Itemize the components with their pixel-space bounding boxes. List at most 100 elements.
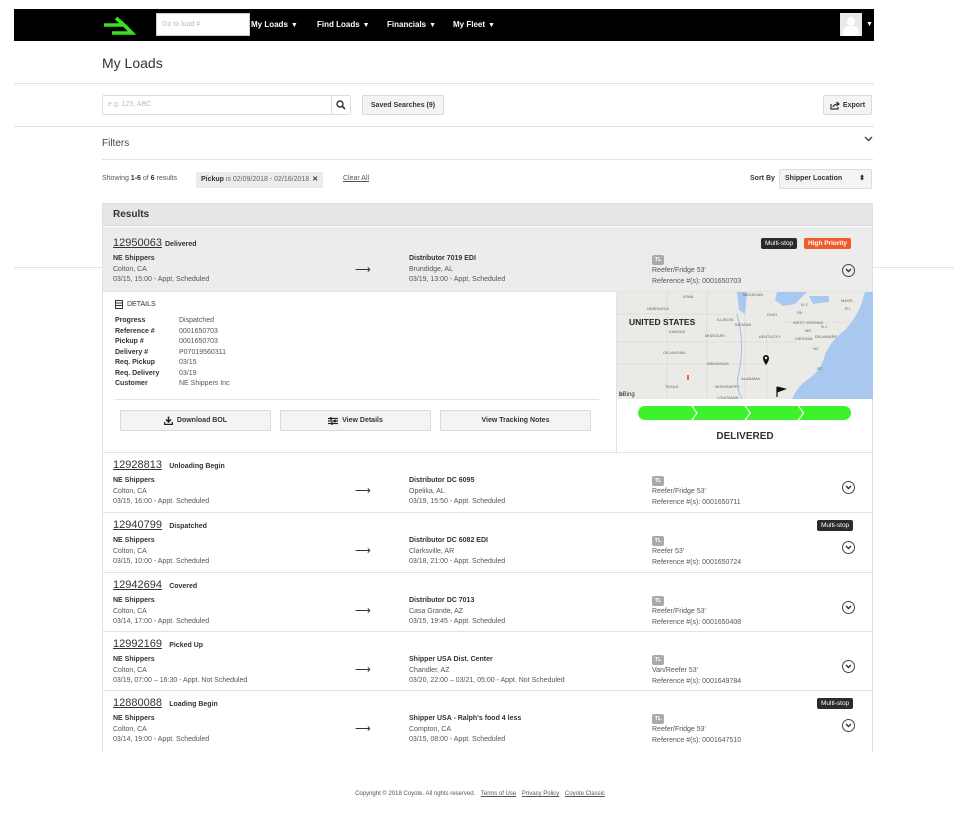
pickup-info: NE Shippers Colton, CA 03/15, 10:00 - Appt… <box>113 536 209 568</box>
view-details-label: View Details <box>342 417 383 424</box>
export-label: Export <box>842 101 866 109</box>
load-status: Unloading Begin <box>169 463 225 470</box>
results-panel: Results 12950063 Delivered NE Shippers C… <box>102 203 873 752</box>
map-state-label: TEXAS <box>665 384 678 389</box>
detail-value: P07019560311 <box>179 348 226 356</box>
expand-row-button[interactable] <box>842 541 855 554</box>
detail-key: Pickup # <box>115 338 144 345</box>
reference-numbers: Reference #(s): 0001650408 <box>652 618 742 626</box>
user-avatar[interactable] <box>840 13 862 36</box>
bing-text: Bing <box>623 392 635 398</box>
remove-filter-icon[interactable]: ✕ <box>312 176 318 183</box>
chevron-down-icon[interactable] <box>864 136 873 142</box>
download-bol-button[interactable]: Download BOL <box>120 410 271 431</box>
route-map[interactable]: IOWA MICHIGAN N.Y. MASS. NEBRASKA ILLINOIS OHI… <box>617 292 873 399</box>
nav-financials[interactable]: Financials ▼ <box>387 9 436 41</box>
pickup-info: NE Shippers Colton, CA 03/15, 16:00 - Appt… <box>113 476 209 508</box>
terms-of-use-link[interactable]: Terms of Use <box>481 791 516 797</box>
nav-find-loads[interactable]: Find Loads ▼ <box>317 9 370 41</box>
divider <box>102 159 873 160</box>
load-id-link[interactable]: 12880088 <box>113 697 162 709</box>
filters-toggle[interactable]: Filters <box>102 138 129 149</box>
detail-row: Req. Pickup 03/15 <box>115 358 197 369</box>
view-tracking-notes-button[interactable]: View Tracking Notes <box>440 410 591 431</box>
map-state-label: N.J. <box>821 324 828 329</box>
map-country-label: UNITED STATES <box>629 317 696 327</box>
truck-location-icon <box>687 375 689 380</box>
sliders-icon <box>328 416 339 425</box>
load-status: Covered <box>169 583 198 590</box>
coyote-logo-icon[interactable] <box>102 15 136 35</box>
divider <box>115 399 599 400</box>
map-state-label: R.I. <box>845 306 851 311</box>
load-row[interactable]: 12880088 Loading Begin NE Shippers Colton, … <box>103 691 872 752</box>
nav-my-loads[interactable]: My Loads ▼ <box>251 9 298 41</box>
active-filter-chip: Pickup is 02/09/2018 - 02/16/2018 ✕ <box>196 172 324 188</box>
load-id-link[interactable]: 12940799 <box>113 519 162 531</box>
detail-value: 0001650703 <box>179 338 218 345</box>
reference-numbers: Reference #(s): 0001650724 <box>652 558 742 566</box>
map-state-label: OKLAHOMA <box>663 350 686 355</box>
saved-searches-button[interactable]: Saved Searches (9) <box>362 95 444 115</box>
pickup-city: Colton, CA <box>113 547 147 555</box>
pickup-time: 03/14, 19:00 - Appt. Scheduled <box>113 736 210 743</box>
load-id-link[interactable]: 12942694 <box>113 579 162 591</box>
showing-text: Showing <box>102 175 131 182</box>
dropoff-info: Shipper USA Dist. Center Chandler, AZ 03/2… <box>409 655 565 687</box>
coyote-classic-link[interactable]: Coyote Classic <box>565 791 605 797</box>
dropoff-time: 03/19, 13:00 - Appt. Scheduled <box>409 276 506 283</box>
equipment-type: Reefer/Fridge 53' <box>652 726 706 733</box>
reference-numbers: Reference #(s): 0001647510 <box>652 736 742 744</box>
search-button[interactable] <box>331 95 351 115</box>
arrow-right-icon: ⟶ <box>355 264 371 276</box>
detail-row: Progress Dispatched <box>115 316 214 327</box>
user-menu-caret-icon[interactable]: ▼ <box>866 9 873 41</box>
load-row[interactable]: 12928813 Unloading Begin NE Shippers Colton… <box>103 453 872 513</box>
caret-down-icon: ▼ <box>290 22 298 29</box>
dropoff-info: Distributor DC 6082 EDI Clarksville, AR 03… <box>409 536 505 568</box>
caret-down-icon: ▼ <box>429 22 437 29</box>
pickup-time: 03/15, 10:00 - Appt. Scheduled <box>113 558 210 565</box>
nav-my-fleet[interactable]: My Fleet ▼ <box>453 9 495 41</box>
truckload-badge: TL <box>652 476 664 486</box>
load-row[interactable]: 12942694 Covered NE Shippers Colton, CA 03/1… <box>103 573 872 632</box>
reference-numbers: Reference #(s): 0001650703 <box>652 277 742 285</box>
avatar-body <box>843 26 859 36</box>
detail-key: Customer <box>115 380 148 387</box>
load-details-panel: DETAILS Progress Dispatched Reference # 000… <box>103 292 873 453</box>
map-state-label: MICHIGAN <box>743 292 763 297</box>
expand-row-button[interactable] <box>842 601 855 614</box>
load-search-input[interactable]: e.g. 123, ABC <box>102 95 331 115</box>
export-icon <box>830 100 840 110</box>
nav-label: Financials <box>387 20 427 29</box>
sort-by-select[interactable]: Shipper Location ⬍ <box>779 169 872 189</box>
go-to-load-input[interactable]: Go to load # <box>156 13 250 36</box>
pickup-info: NE Shippers Colton, CA 03/15, 15:00 - Ap… <box>113 254 209 286</box>
clear-all-link[interactable]: Clear All <box>343 175 369 182</box>
showing-range: 1-6 <box>130 175 141 182</box>
load-id-link[interactable]: 12950063 <box>113 237 162 249</box>
load-row[interactable]: 12940799 Dispatched NE Shippers Colton, CA 0… <box>103 513 872 573</box>
load-row[interactable]: 12950063 Delivered NE Shippers Colton, C… <box>103 227 872 292</box>
chevron-down-icon <box>845 723 852 728</box>
load-id-link[interactable]: 12928813 <box>113 459 162 471</box>
expand-row-button[interactable] <box>842 660 855 673</box>
map-state-label: MD <box>805 328 811 333</box>
view-details-button[interactable]: View Details <box>280 410 431 431</box>
privacy-policy-link[interactable]: Privacy Policy <box>522 791 559 797</box>
collapse-row-button[interactable] <box>842 264 855 277</box>
chevron-down-icon <box>845 664 852 669</box>
load-row[interactable]: 12992169 Picked Up NE Shippers Colton, CA 03… <box>103 632 872 691</box>
dropoff-time: 03/15, 08:00 - Appt. Scheduled <box>409 736 506 743</box>
detail-value: Dispatched <box>179 317 215 324</box>
expand-row-button[interactable] <box>842 719 855 732</box>
map-state-label: PA <box>797 310 802 315</box>
expand-row-button[interactable] <box>842 481 855 494</box>
showing-text: results <box>154 175 178 182</box>
copyright-text: Copyright © 2018 Coyote. All rights rese… <box>355 791 476 797</box>
detail-row: Req. Delivery 03/19 <box>115 369 197 380</box>
chevron-down-icon <box>845 605 852 610</box>
pickup-city: Colton, CA <box>113 487 147 495</box>
load-id-link[interactable]: 12992169 <box>113 638 162 650</box>
export-button[interactable]: Export <box>823 95 872 115</box>
